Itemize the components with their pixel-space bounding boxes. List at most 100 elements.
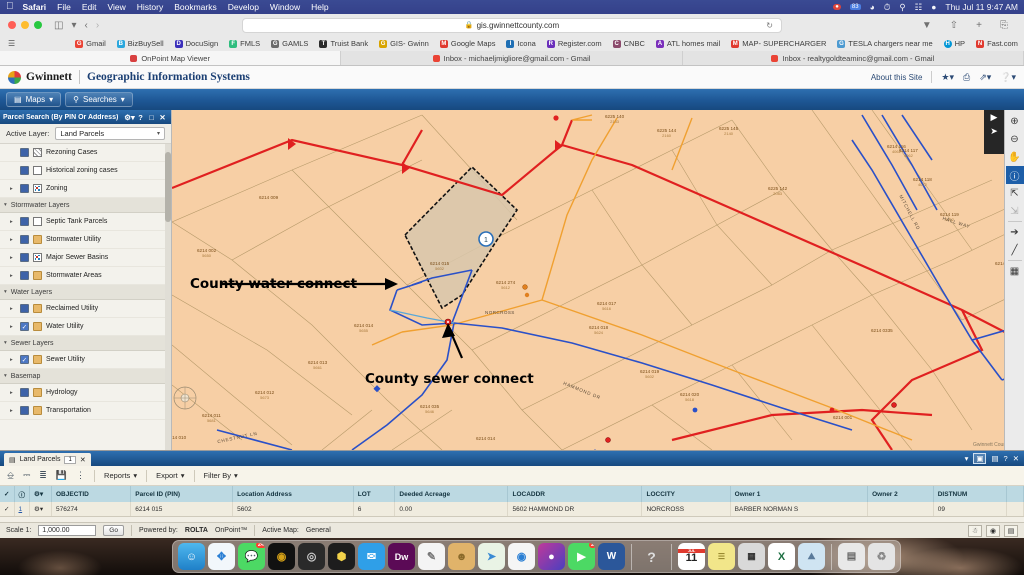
layer-group-sewer-layers[interactable]: ▾ Sewer Layers bbox=[0, 336, 171, 351]
close-icon[interactable]: ✕ bbox=[80, 456, 86, 464]
dock-podcasts-icon[interactable]: ◎ bbox=[298, 543, 325, 570]
zoom-previous-icon[interactable]: ⇱ bbox=[1006, 184, 1024, 202]
layer-item-zoning[interactable]: ▸ Zoning bbox=[0, 180, 171, 198]
browser-tab-onpoint-map-viewer[interactable]: OnPoint Map Viewer bbox=[0, 51, 342, 65]
scale-go-button[interactable]: Go bbox=[103, 525, 124, 536]
notification-badge-icon[interactable]: ● bbox=[833, 4, 841, 10]
tab-overview-icon[interactable]: ⎘ bbox=[1000, 20, 1008, 31]
active-layer-select[interactable]: Land Parcels ▾ bbox=[55, 127, 165, 140]
battery-percent-icon[interactable]: 83 bbox=[849, 4, 861, 10]
layer-checkbox[interactable] bbox=[20, 253, 29, 262]
print-icon[interactable]: ⎙ bbox=[963, 72, 970, 83]
dock-facetime-icon[interactable]: ▶ 2 bbox=[568, 543, 595, 570]
reports-menu-button[interactable]: Reports ▾ bbox=[104, 471, 137, 480]
bookmark-cnbc[interactable]: C CNBC bbox=[612, 39, 645, 48]
dock-notes-yellow-icon[interactable]: ⬢ bbox=[328, 543, 355, 570]
close-icon[interactable]: ✕ bbox=[157, 113, 168, 122]
twisty-icon[interactable]: ▸ bbox=[10, 357, 16, 363]
panel-scrollbar[interactable] bbox=[165, 144, 171, 450]
apple-logo-icon[interactable]:  bbox=[6, 2, 14, 12]
layer-checkbox[interactable]: ✓ bbox=[20, 322, 29, 331]
save-icon[interactable]: 💾 bbox=[56, 470, 67, 481]
share-link-icon[interactable]: ⇗▾ bbox=[979, 72, 991, 83]
bookmark-gis-gwinn[interactable]: G GIS- Gwinn bbox=[379, 39, 429, 48]
maximize-icon[interactable]: □ bbox=[146, 113, 157, 122]
select-arrow-icon[interactable]: ➔ bbox=[1006, 223, 1024, 241]
layer-checkbox[interactable] bbox=[20, 406, 29, 415]
bookmark-docusign[interactable]: D DocuSign bbox=[174, 39, 218, 48]
dock-siri-icon[interactable]: ● bbox=[538, 543, 565, 570]
twisty-icon[interactable]: ▸ bbox=[10, 273, 16, 279]
layer-item-sewer-utility[interactable]: ▸ ✓ Sewer Utility bbox=[0, 351, 171, 369]
twisty-icon[interactable]: ▸ bbox=[10, 390, 16, 396]
twisty-icon[interactable]: ▸ bbox=[10, 219, 16, 225]
new-tab-icon[interactable]: + bbox=[976, 20, 982, 31]
sidebar-toggle-icon[interactable]: ◫ bbox=[54, 20, 63, 31]
layer-checkbox[interactable] bbox=[20, 166, 29, 175]
scale-input[interactable]: 1,000.00 bbox=[38, 525, 97, 536]
layer-item-historical-zoning-cases[interactable]: Historical zoning cases bbox=[0, 162, 171, 180]
accessibility-icon[interactable]: ☃ bbox=[968, 524, 982, 537]
dock-preview-icon[interactable]: ⛰ bbox=[798, 543, 825, 570]
col-location-address[interactable]: Location Address bbox=[232, 486, 354, 502]
col-distnum[interactable]: DISTNUM bbox=[933, 486, 1007, 502]
identify-info-icon[interactable]: ⓘ bbox=[1005, 166, 1024, 184]
help-icon[interactable]: ❔▾ bbox=[1000, 72, 1016, 83]
maps-menu-button[interactable]: ▤ Maps ▾ bbox=[6, 92, 62, 107]
north-arrow-icon[interactable]: ➤ bbox=[990, 126, 998, 137]
layer-group-water-layers[interactable]: ▾ Water Layers bbox=[0, 285, 171, 300]
layer-item-septic-tank-parcels[interactable]: ▸ Septic Tank Parcels bbox=[0, 213, 171, 231]
twisty-icon[interactable]: ▾ bbox=[4, 202, 7, 208]
dock-bottom-icon[interactable]: ▣ bbox=[973, 453, 987, 464]
dock-word-icon[interactable]: W bbox=[598, 543, 625, 570]
layer-group-basemap[interactable]: ▾ Basemap bbox=[0, 369, 171, 384]
twisty-icon[interactable]: ▾ bbox=[4, 289, 7, 295]
dock-documents-stack-icon[interactable]: ▤ bbox=[838, 543, 865, 570]
gear-icon[interactable]: ⚙▾ bbox=[124, 113, 135, 122]
copy-rows-icon[interactable]: ⎒ bbox=[7, 470, 14, 481]
browser-tab-gmail-realtygold[interactable]: Inbox - realtygoldteaminc@gmail.com - Gm… bbox=[682, 51, 1024, 65]
bookmark-fast-com[interactable]: N Fast.com bbox=[976, 39, 1018, 48]
forward-icon[interactable]: › bbox=[96, 20, 99, 31]
twisty-icon[interactable]: ▸ bbox=[10, 306, 16, 312]
layer-checkbox[interactable] bbox=[20, 271, 29, 280]
copy-table-icon[interactable]: ⎓ bbox=[23, 470, 30, 481]
map-pan-control[interactable]: ▶ ➤ bbox=[984, 110, 1004, 154]
twisty-icon[interactable]: ▾ bbox=[4, 373, 7, 379]
dock-calculator-icon[interactable]: ▦ bbox=[738, 543, 765, 570]
menu-item-window[interactable]: Window bbox=[270, 2, 300, 12]
layer-checkbox[interactable] bbox=[20, 388, 29, 397]
dock-dreamweaver-icon[interactable]: Dw bbox=[388, 543, 415, 570]
bookmarks-menu-icon[interactable]: ☰ bbox=[8, 39, 15, 48]
minimize-window-icon[interactable] bbox=[21, 21, 29, 29]
dock-unknown-icon[interactable]: ? bbox=[638, 543, 665, 570]
dock-right-icon[interactable]: ▤ bbox=[991, 454, 998, 463]
downloads-icon[interactable]: ▼ bbox=[922, 20, 932, 31]
zoom-next-icon[interactable]: ⇲ bbox=[1006, 202, 1024, 220]
close-icon[interactable]: ✕ bbox=[1013, 454, 1019, 463]
wifi-icon[interactable]: ◕ bbox=[870, 2, 875, 12]
table-row[interactable]: ✓ 1 ⚙▾ 576274 6214 015 5602 6 0.00 5602 … bbox=[0, 502, 1024, 517]
layer-group-stormwater-layers[interactable]: ▾ Stormwater Layers bbox=[0, 198, 171, 213]
menu-item-file[interactable]: File bbox=[57, 2, 71, 12]
dock-maps-icon[interactable]: ➤ bbox=[478, 543, 505, 570]
help-icon[interactable]: ? bbox=[1004, 454, 1008, 463]
menu-item-view[interactable]: View bbox=[107, 2, 125, 12]
twisty-icon[interactable]: ▸ bbox=[10, 408, 16, 414]
col-owner1[interactable]: Owner 1 bbox=[730, 486, 869, 502]
results-table[interactable]: ✓ ⓘ ⚙▾ OBJECTID Parcel ID (PIN) Location… bbox=[0, 486, 1024, 517]
twisty-icon[interactable]: ▾ bbox=[4, 340, 7, 346]
pan-right-icon[interactable]: ▶ bbox=[991, 112, 998, 123]
row-select-checkbox[interactable]: ✓ bbox=[0, 502, 15, 517]
layer-item-major-sewer-basins[interactable]: ▸ Major Sewer Basins bbox=[0, 249, 171, 267]
bookmark-truist-bank[interactable]: T Truist Bank bbox=[319, 39, 368, 48]
address-bar[interactable]: 🔒 gis.gwinnettcounty.com ↻ bbox=[242, 17, 782, 33]
contrast-icon[interactable]: ◉ bbox=[986, 524, 1000, 537]
layers-icon[interactable]: ▤ bbox=[1004, 524, 1018, 537]
dock-stickies-icon[interactable]: ☰ bbox=[708, 543, 735, 570]
map-canvas[interactable]: 1 County water connect County sewer conn… bbox=[172, 110, 1024, 450]
help-icon[interactable]: ? bbox=[135, 113, 146, 122]
twisty-icon[interactable]: ▸ bbox=[10, 237, 16, 243]
menu-item-safari[interactable]: Safari bbox=[23, 2, 47, 12]
dock-calendar-icon[interactable]: JUL 11 bbox=[678, 543, 705, 570]
